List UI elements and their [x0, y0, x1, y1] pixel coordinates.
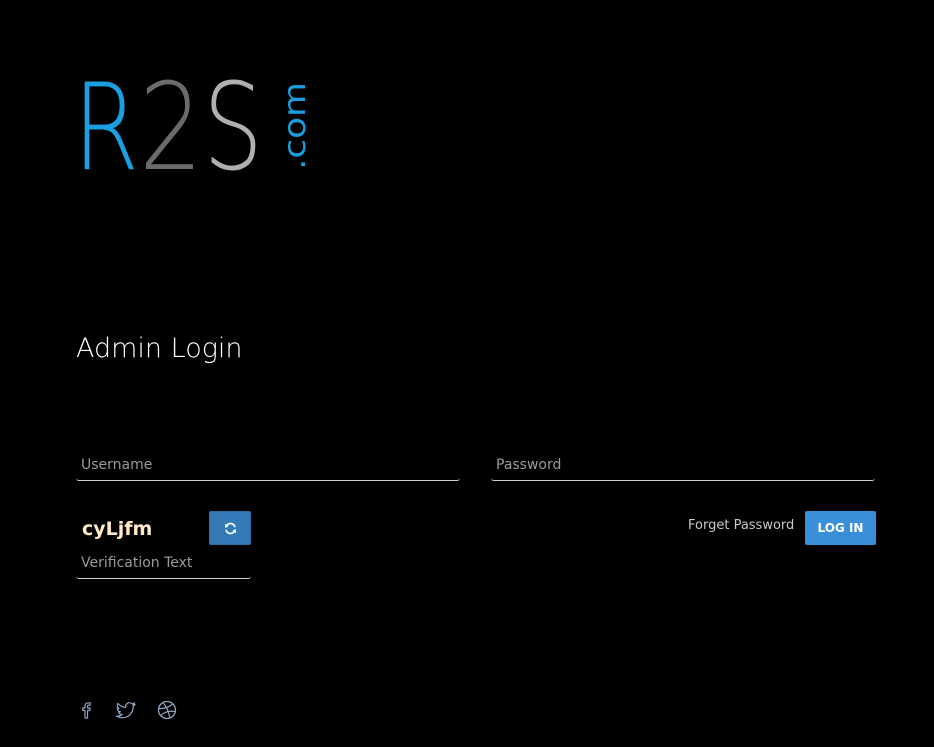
refresh-icon: [224, 522, 237, 535]
login-button[interactable]: LOG IN: [805, 511, 876, 545]
logo-r: R: [73, 70, 139, 180]
facebook-icon: [82, 702, 91, 719]
username-input[interactable]: [76, 450, 460, 480]
twitter-icon: [116, 701, 136, 718]
logo-dotcom: .com: [278, 82, 313, 170]
password-input[interactable]: [491, 450, 875, 480]
r2s-logo: R 2 S .com: [73, 70, 313, 180]
verification-field: [76, 548, 251, 579]
verification-input[interactable]: [76, 548, 251, 578]
username-field: [76, 450, 460, 481]
login-page: R 2 S .com Admin Login cyLjfm Forget Pas…: [0, 0, 934, 747]
facebook-link[interactable]: [78, 700, 94, 720]
refresh-captcha-button[interactable]: [209, 511, 251, 545]
dribbble-link[interactable]: [157, 700, 177, 720]
captcha-text: cyLjfm: [82, 518, 153, 540]
page-title: Admin Login: [76, 333, 243, 364]
twitter-link[interactable]: [116, 700, 136, 720]
forgot-password-link[interactable]: Forget Password: [688, 518, 794, 533]
logo-s: S: [203, 70, 263, 180]
logo-2: 2: [139, 70, 203, 180]
dribbble-icon: [157, 700, 177, 720]
password-field: [491, 450, 875, 481]
